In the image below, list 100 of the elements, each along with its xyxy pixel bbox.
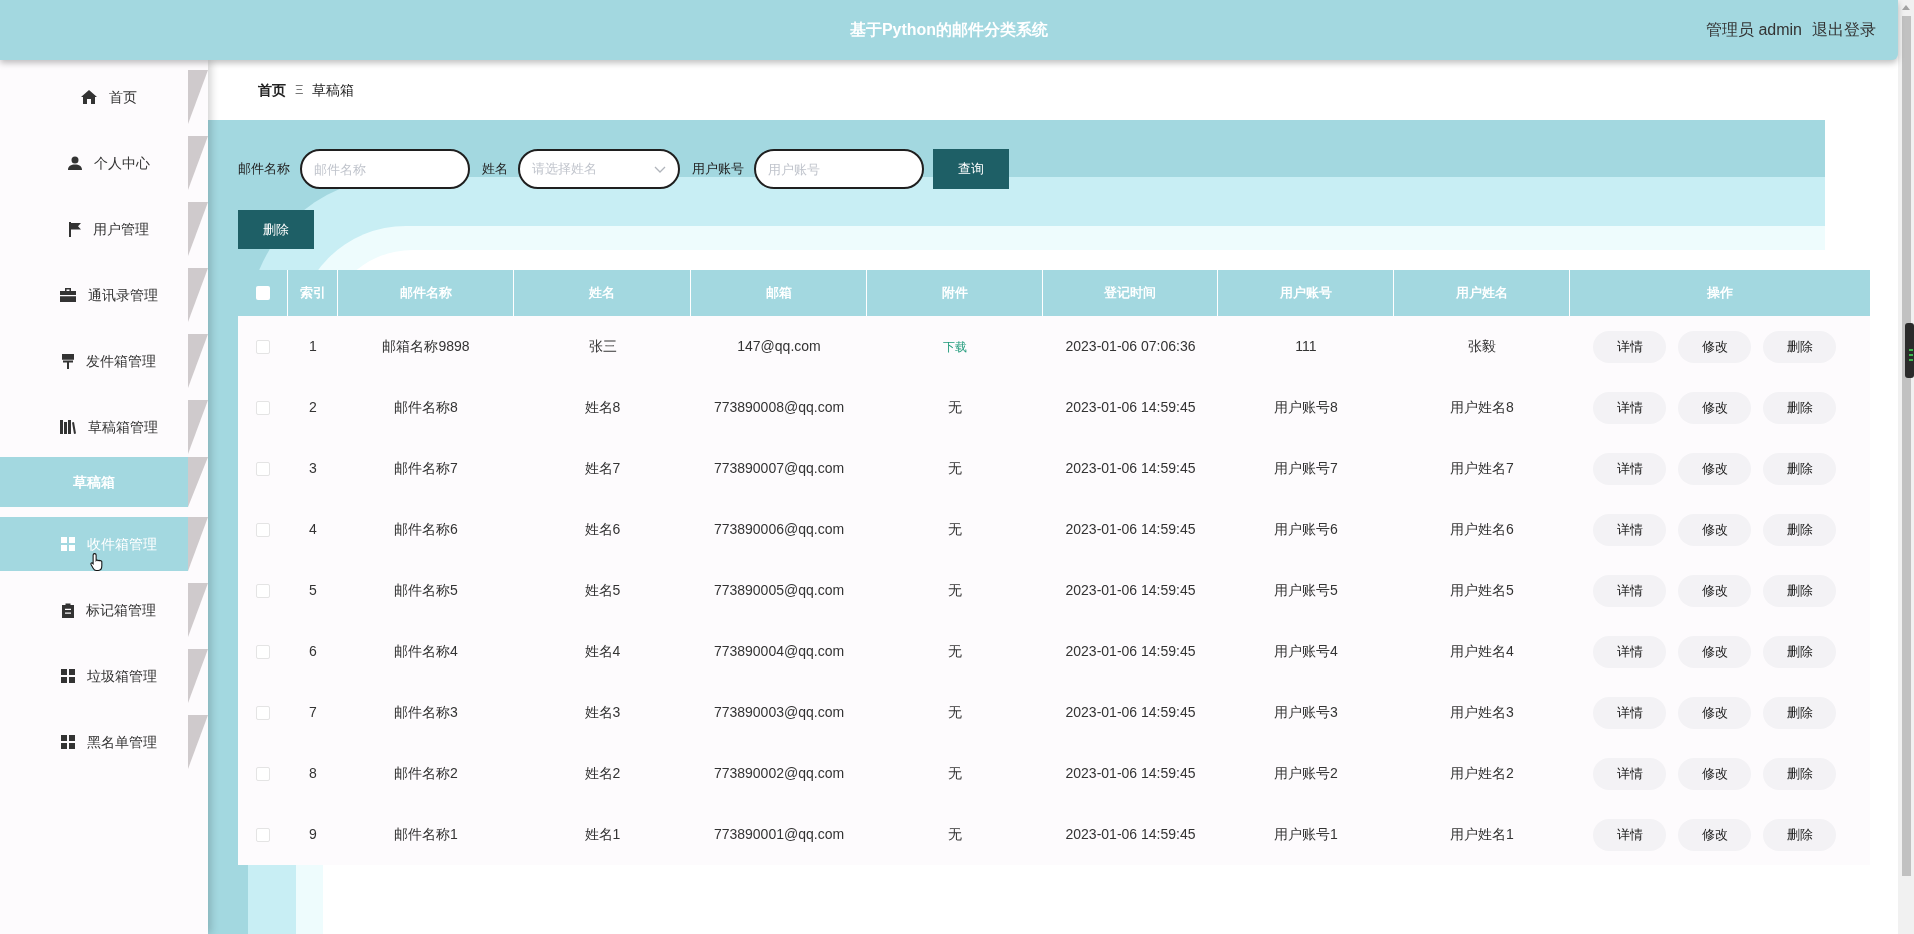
table-cell-text: 3 [308, 459, 318, 478]
table-cell-text: 用户姓名4 [1449, 642, 1515, 661]
books-icon [60, 420, 76, 434]
table-cell-text: 用户账号8 [1273, 398, 1339, 417]
table-cell-text: 2023-01-06 14:59:45 [1064, 642, 1197, 661]
table-cell-text: 邮件名称1 [393, 825, 459, 844]
table-cell-text: 无 [947, 825, 963, 844]
table-cell-text: 773890004@qq.com [712, 642, 846, 661]
column-header: 操作 [1706, 284, 1734, 303]
field-label: 邮件名称 [238, 160, 290, 179]
edit-button[interactable]: 修改 [1678, 452, 1751, 485]
table-cell-text: 张毅 [1467, 337, 1497, 356]
brush-icon [62, 353, 74, 369]
delete-button[interactable]: 删除 [1763, 818, 1836, 851]
delete-button[interactable]: 删除 [1763, 574, 1836, 607]
details-button[interactable]: 详情 [1593, 513, 1666, 546]
table-cell-text: 无 [947, 520, 963, 539]
row-checkbox[interactable] [256, 339, 270, 354]
search-button[interactable]: 查询 [933, 149, 1009, 189]
column-header: 姓名 [514, 270, 691, 316]
row-checkbox[interactable] [256, 766, 270, 781]
menu-item[interactable]: 发件箱管理 [0, 334, 188, 388]
delete-button[interactable]: 删除 [1763, 452, 1836, 485]
table-cell-text: 姓名1 [583, 825, 622, 844]
column-header: 登记时间 [1043, 270, 1218, 316]
table-cell-text: 2023-01-06 14:59:45 [1064, 703, 1197, 722]
logout-link[interactable]: 退出登录 [1812, 18, 1876, 42]
details-button[interactable]: 详情 [1593, 635, 1666, 668]
table-cell-text: 9 [308, 825, 318, 844]
delete-button[interactable]: 删除 [1763, 757, 1836, 790]
details-button[interactable]: 详情 [1593, 757, 1666, 790]
search-input[interactable]: 用户账号 [754, 149, 924, 189]
row-checkbox[interactable] [256, 522, 270, 537]
table-cell-text: 邮件名称3 [393, 703, 459, 722]
column-header: 用户姓名 [1394, 270, 1570, 316]
hand-cursor-icon [90, 553, 103, 571]
breadcrumb-current: 草稿箱 [312, 80, 355, 100]
edit-button[interactable]: 修改 [1678, 574, 1751, 607]
table-cell-text: 6 [308, 642, 318, 661]
details-button[interactable]: 详情 [1593, 818, 1666, 851]
details-button[interactable]: 详情 [1593, 574, 1666, 607]
menu-item[interactable]: 垃圾箱管理 [0, 649, 188, 703]
delete-button[interactable]: 删除 [1763, 635, 1836, 668]
delete-button[interactable]: 删除 [1763, 513, 1836, 546]
search-input[interactable]: 邮件名称 [300, 149, 470, 189]
table-cell-text: 邮件名称6 [393, 520, 459, 539]
table-cell-text: 111 [1294, 337, 1318, 356]
edit-button[interactable]: 修改 [1678, 696, 1751, 729]
details-button[interactable]: 详情 [1593, 391, 1666, 424]
menu-item[interactable]: 个人中心 [0, 136, 188, 190]
edit-button[interactable]: 修改 [1678, 818, 1751, 851]
chevron-down-icon [654, 165, 666, 173]
edit-button[interactable]: 修改 [1678, 513, 1751, 546]
row-checkbox[interactable] [256, 705, 270, 720]
menu-item[interactable]: 黑名单管理 [0, 715, 188, 769]
edit-button[interactable]: 修改 [1678, 391, 1751, 424]
table-cell-text: 用户账号2 [1273, 764, 1339, 783]
table-cell-text: 773890008@qq.com [712, 398, 846, 417]
delete-button[interactable]: 删除 [1763, 391, 1836, 424]
meter-widget-icon [1905, 323, 1914, 378]
delete-button[interactable]: 删除 [1763, 330, 1836, 363]
scroll-up-arrow-icon[interactable] [1902, 5, 1910, 10]
corner-triangle-icon [188, 583, 208, 637]
menu-item[interactable]: 首页 [0, 70, 188, 124]
menu-item[interactable]: 草稿箱管理 [0, 400, 188, 454]
edit-button[interactable]: 修改 [1678, 330, 1751, 363]
select-all-checkbox[interactable] [255, 286, 270, 300]
delete-button[interactable]: 删除 [1763, 696, 1836, 729]
edit-button[interactable]: 修改 [1678, 635, 1751, 668]
table-cell-text: 邮件名称4 [393, 642, 459, 661]
row-checkbox[interactable] [256, 461, 270, 476]
details-button[interactable]: 详情 [1593, 452, 1666, 485]
corner-triangle-icon [188, 649, 208, 703]
row-checkbox[interactable] [256, 400, 270, 415]
table-cell-text: 用户姓名1 [1449, 825, 1515, 844]
column-header: 附件 [867, 270, 1043, 316]
row-checkbox[interactable] [256, 644, 270, 659]
menu-item[interactable]: 用户管理 [0, 202, 188, 256]
row-checkbox[interactable] [256, 583, 270, 598]
delete-button[interactable]: 删除 [238, 210, 314, 249]
details-button[interactable]: 详情 [1593, 696, 1666, 729]
corner-triangle-icon [188, 136, 208, 190]
table-cell-text: 邮件名称8 [393, 398, 459, 417]
menu-item[interactable]: 标记箱管理 [0, 583, 188, 637]
row-checkbox[interactable] [256, 827, 270, 842]
menu-item[interactable]: 通讯录管理 [0, 268, 188, 322]
table-cell-text: 1 [308, 337, 318, 356]
table-cell-text: 用户姓名8 [1449, 398, 1515, 417]
briefcase-icon [60, 288, 76, 302]
edit-button[interactable]: 修改 [1678, 757, 1751, 790]
scrollbar-thumb[interactable] [1901, 16, 1911, 876]
download-link[interactable]: 下载 [943, 337, 967, 356]
table-cell-text: 用户账号6 [1273, 520, 1339, 539]
corner-triangle-icon [188, 400, 208, 454]
table-cell-text: 用户姓名3 [1449, 703, 1515, 722]
field-label: 姓名 [482, 160, 508, 179]
table-cell-text: 姓名5 [583, 581, 622, 600]
table-cell-text: 2023-01-06 14:59:45 [1064, 581, 1197, 600]
details-button[interactable]: 详情 [1593, 330, 1666, 363]
breadcrumb-link[interactable]: 首页 [258, 79, 286, 101]
